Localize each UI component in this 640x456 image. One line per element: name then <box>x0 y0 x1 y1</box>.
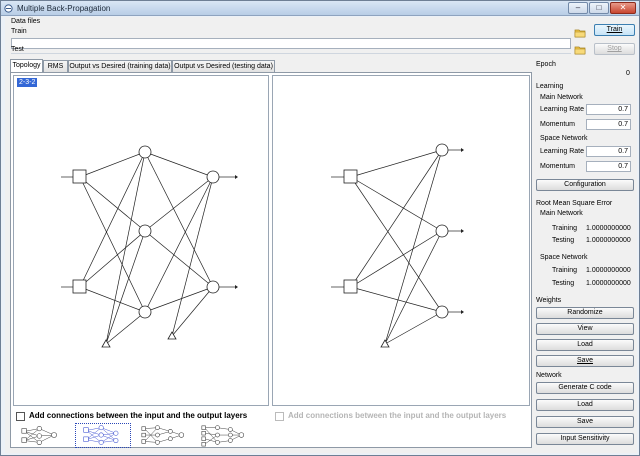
space-momentum-label: Momentum <box>540 163 576 170</box>
randomize-button[interactable]: Randomize <box>536 307 634 319</box>
main-momentum-label: Momentum <box>540 121 576 128</box>
main-training-rmse: 1.0000000000 <box>586 225 631 232</box>
network-thumbnail-3[interactable] <box>135 423 191 448</box>
input-sensitivity-button[interactable]: Input Sensitivity <box>536 433 634 445</box>
train-button[interactable]: Train <box>594 24 635 36</box>
network-thumbnail-2[interactable] <box>75 423 131 448</box>
topology-input[interactable]: 2-3-2 <box>17 78 38 87</box>
test-file-label: Test <box>11 46 24 53</box>
close-icon: ✕ <box>619 3 627 12</box>
main-network-learning-label: Main Network <box>540 94 583 101</box>
train-folder-icon[interactable] <box>574 27 586 38</box>
main-momentum-input[interactable]: 0.7 <box>586 119 631 130</box>
maximize-button[interactable]: □ <box>589 2 609 14</box>
main-testing-rmse: 1.0000000000 <box>586 237 631 244</box>
main-testing-label: Testing <box>552 237 575 244</box>
test-folder-icon[interactable] <box>574 44 586 55</box>
main-input-output-connections-checkbox[interactable] <box>16 412 25 421</box>
space-network-diagram <box>331 143 464 348</box>
space-connections-label: Add connections between the input and th… <box>288 411 507 420</box>
space-testing-rmse: 1.0000000000 <box>586 280 631 287</box>
network-thumbnail-4[interactable] <box>195 423 251 448</box>
epoch-value: 0 <box>626 70 630 77</box>
space-momentum-input[interactable]: 0.7 <box>586 161 631 172</box>
tab-output-training[interactable]: Output vs Desired (training data) <box>68 60 172 72</box>
generate-c-code-button[interactable]: Generate C code <box>536 382 634 394</box>
rmse-label: Root Mean Square Error <box>536 200 613 207</box>
space-training-label: Training <box>552 267 578 274</box>
maximize-icon: □ <box>596 3 602 12</box>
save-weights-button[interactable]: Save <box>536 355 634 367</box>
app-icon <box>4 4 13 13</box>
space-input-output-connections-checkbox[interactable] <box>275 412 284 421</box>
space-network-pane <box>272 75 530 406</box>
configuration-button[interactable]: Configuration <box>536 179 634 191</box>
load-network-button[interactable]: Load <box>536 399 634 411</box>
main-connections-label: Add connections between the input and th… <box>29 411 248 420</box>
stop-button-label: Stop <box>607 45 622 52</box>
test-file-input-divider <box>11 53 571 54</box>
main-network-diagram <box>61 145 238 348</box>
main-network-pane: 2-3-2 <box>13 75 269 406</box>
rmse-main-network-label: Main Network <box>540 210 583 217</box>
learning-label: Learning <box>536 83 564 90</box>
load-weights-button[interactable]: Load <box>536 339 634 351</box>
tab-rms[interactable]: RMS <box>43 60 68 72</box>
network-label: Network <box>536 372 562 379</box>
minimize-button[interactable]: – <box>568 2 588 14</box>
close-button[interactable]: ✕ <box>610 2 636 14</box>
side-panel: Epoch 0 Learning Main Network Learning R… <box>534 57 637 451</box>
stop-button[interactable]: Stop <box>594 43 635 55</box>
space-network-learning-label: Space Network <box>540 135 588 142</box>
minimize-icon: – <box>575 3 581 12</box>
main-training-label: Training <box>552 225 578 232</box>
network-thumbnail-1[interactable] <box>15 423 71 448</box>
epoch-label: Epoch <box>536 61 556 68</box>
topology-panel: 2-3-2 Add connections between the input … <box>10 72 532 448</box>
main-learning-rate-input[interactable]: 0.7 <box>586 104 631 115</box>
data-files-label: Data files <box>11 18 41 25</box>
rmse-space-network-label: Space Network <box>540 254 588 261</box>
app-window: Multiple Back-Propagation – □ ✕ Data fil… <box>0 0 640 456</box>
title-bar[interactable]: Multiple Back-Propagation – □ ✕ <box>1 1 639 16</box>
train-file-input[interactable] <box>11 38 571 49</box>
train-button-label: Train <box>606 26 623 33</box>
window-title: Multiple Back-Propagation <box>17 4 111 13</box>
main-client-area: Data files Train Train Test Stop Topolog… <box>5 17 637 453</box>
weights-label: Weights <box>536 297 562 304</box>
tab-output-testing[interactable]: Output vs Desired (testing data) <box>172 60 275 72</box>
space-testing-label: Testing <box>552 280 575 287</box>
tab-topology[interactable]: Topology <box>10 59 43 73</box>
train-file-label: Train <box>11 28 27 35</box>
space-learning-rate-label: Learning Rate <box>540 148 584 155</box>
space-learning-rate-input[interactable]: 0.7 <box>586 146 631 157</box>
view-weights-button[interactable]: View <box>536 323 634 335</box>
space-training-rmse: 1.0000000000 <box>586 267 631 274</box>
main-learning-rate-label: Learning Rate <box>540 106 584 113</box>
save-network-button[interactable]: Save <box>536 416 634 428</box>
